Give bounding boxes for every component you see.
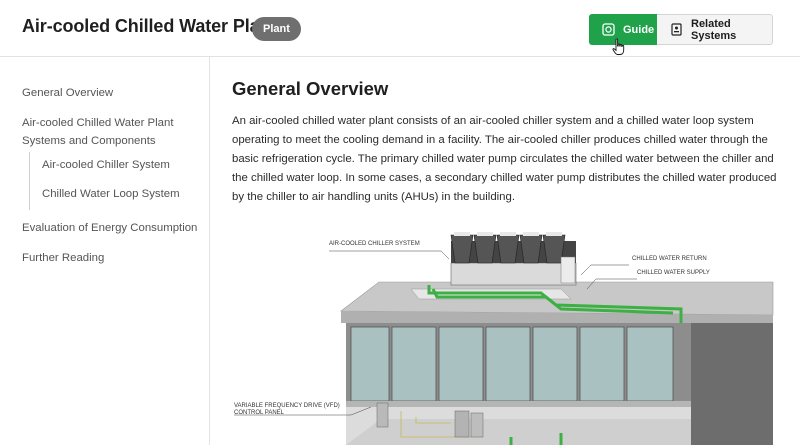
hand-pointer-icon xyxy=(612,38,626,56)
label-chilled-water-return: CHILLED WATER RETURN xyxy=(632,256,707,262)
sidebar-item-energy-consumption[interactable]: Evaluation of Energy Consumption xyxy=(22,219,197,237)
chiller-unit xyxy=(450,232,577,286)
label-vfd-line1: VARIABLE FREQUENCY DRIVE (VFD) xyxy=(234,403,340,409)
related-systems-icon xyxy=(670,23,683,36)
related-systems-button-label: Related Systems xyxy=(691,17,737,42)
sidebar-nav: General Overview Air-cooled Chilled Wate… xyxy=(0,57,210,445)
guide-button-label: Guide xyxy=(623,23,655,36)
label-chiller-system: AIR-COOLED CHILLER SYSTEM xyxy=(329,241,420,247)
section-title: General Overview xyxy=(232,78,389,99)
overview-paragraph: An air-cooled chilled water plant consis… xyxy=(232,115,777,203)
guide-icon xyxy=(602,23,615,36)
subnav-divider xyxy=(29,152,30,210)
page-title: Air-cooled Chilled Water Plant xyxy=(22,16,277,36)
sidebar-item-plant-systems-line2[interactable]: Systems and Components xyxy=(22,132,156,150)
sidebar-item-plant-systems-line1[interactable]: Air-cooled Chilled Water Plant xyxy=(22,114,174,132)
sidebar-item-chilled-water-loop[interactable]: Chilled Water Loop System xyxy=(42,185,180,203)
category-badge: Plant xyxy=(252,17,301,41)
label-vfd-line2: CONTROL PANEL xyxy=(234,410,285,416)
related-systems-button[interactable]: Related Systems xyxy=(657,14,773,45)
plant-diagram: AIR-COOLED CHILLER SYSTEM CHILLED WATER … xyxy=(211,227,800,445)
main-content: General Overview An air-cooled chilled w… xyxy=(211,57,800,445)
label-chilled-water-supply: CHILLED WATER SUPPLY xyxy=(637,270,710,276)
sidebar-item-air-cooled-chiller[interactable]: Air-cooled Chiller System xyxy=(42,156,170,174)
page-header: Air-cooled Chilled Water Plant Plant Gui… xyxy=(0,0,800,57)
sidebar-item-further-reading[interactable]: Further Reading xyxy=(22,249,104,267)
sidebar-item-general-overview[interactable]: General Overview xyxy=(22,84,113,102)
